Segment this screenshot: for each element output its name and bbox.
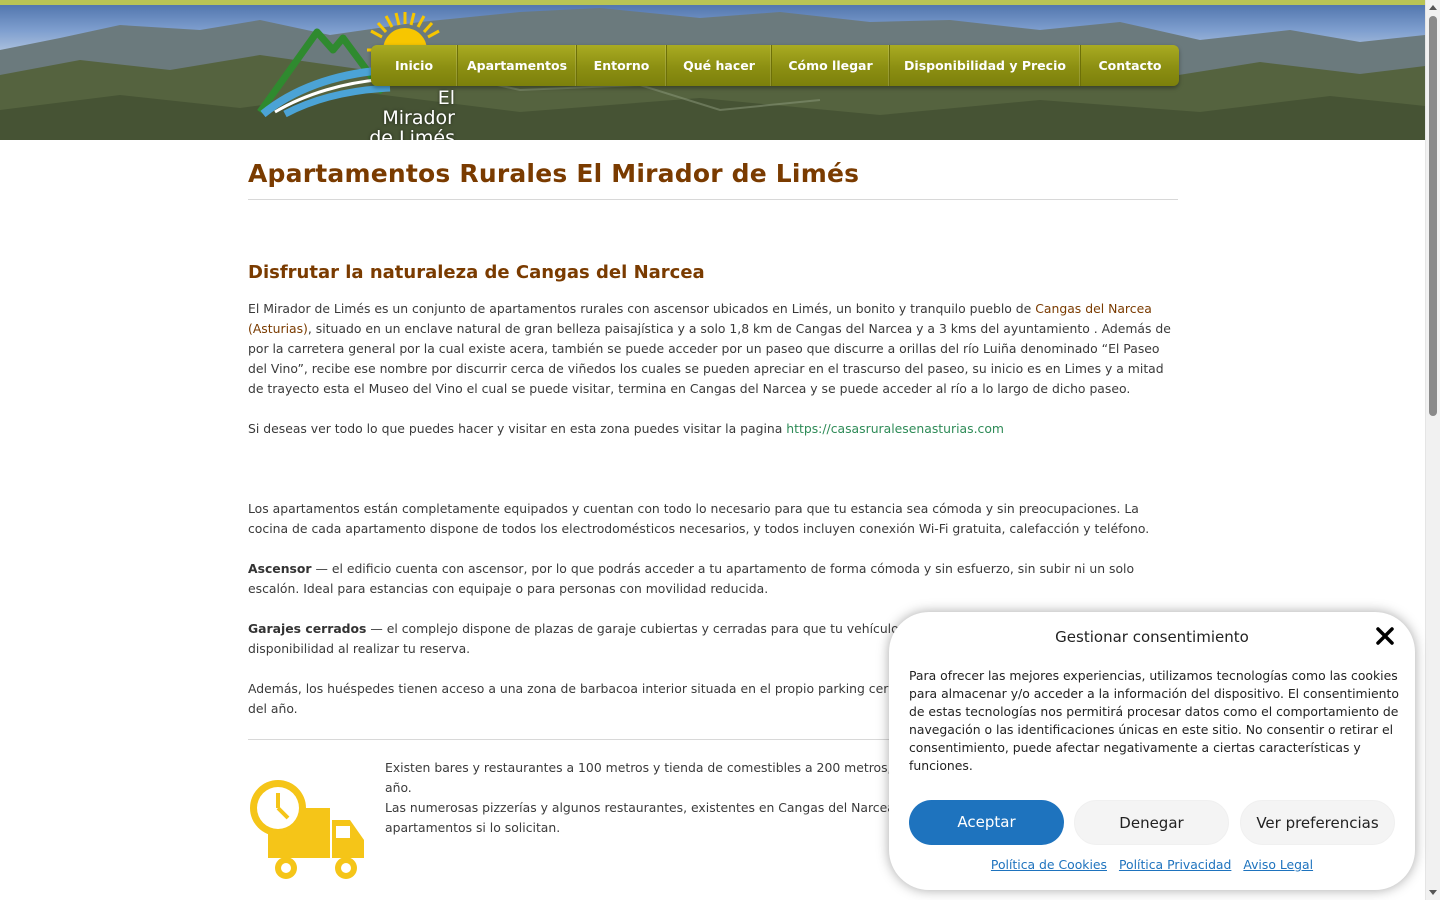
preferences-button[interactable]: Ver preferencias — [1240, 800, 1395, 845]
delivery-truck-clock-icon — [250, 780, 364, 879]
nav-item-entorno[interactable]: Entorno — [577, 45, 667, 86]
page-scrollbar[interactable] — [1425, 0, 1440, 900]
nav-item-inicio[interactable]: Inicio — [371, 45, 458, 86]
consent-links: Política de Cookies Política Privacidad … — [889, 857, 1415, 872]
nav-item-que-hacer[interactable]: Qué hacer — [667, 45, 772, 86]
scrollbar-thumb[interactable] — [1429, 16, 1437, 416]
page-title: Apartamentos Rurales El Mirador de Limés — [248, 159, 1178, 200]
site-header: El Mirador de Limés Inicio Apartamentos … — [0, 0, 1425, 140]
legal-notice-link[interactable]: Aviso Legal — [1243, 857, 1313, 872]
bbq-text-2: del año. — [248, 701, 298, 716]
close-icon[interactable] — [1375, 626, 1395, 646]
casas-rurales-link[interactable]: https://casasruralesenasturias.com — [786, 421, 1004, 436]
deny-button[interactable]: Denegar — [1074, 800, 1229, 845]
nav-item-contacto[interactable]: Contacto — [1081, 45, 1179, 86]
garage-label: Garajes cerrados — [248, 621, 367, 636]
privacy-policy-link[interactable]: Política Privacidad — [1119, 857, 1231, 872]
elevator-label: Ascensor — [248, 561, 312, 576]
nav-item-como-llegar[interactable]: Cómo llegar — [772, 45, 890, 86]
nav-item-disponibilidad-precio[interactable]: Disponibilidad y Precio — [890, 45, 1081, 86]
scroll-up-arrow-icon[interactable] — [1429, 5, 1437, 10]
elevator-text: — el edificio cuenta con ascensor, por l… — [248, 561, 1135, 596]
logo-line-1: El Mirador — [382, 87, 455, 129]
scroll-down-arrow-icon[interactable] — [1429, 890, 1437, 895]
consent-title: Gestionar consentimiento — [1055, 628, 1249, 646]
garage-text: — el complejo dispone de plazas de garaj… — [366, 621, 930, 636]
intro-paragraph: El Mirador de Limés es un conjunto de ap… — [248, 299, 1178, 399]
garage-text-2: disponibilidad al realizar tu reserva. — [248, 641, 471, 656]
cookie-policy-link[interactable]: Política de Cookies — [991, 857, 1107, 872]
elevator-paragraph: Ascensor — el edificio cuenta con ascens… — [248, 559, 1178, 599]
intro-text-end: , situado en un enclave natural de gran … — [248, 321, 1171, 396]
logo-text: El Mirador de Limés — [365, 88, 455, 140]
consent-description: Para ofrecer las mejores experiencias, u… — [909, 668, 1399, 773]
equipped-paragraph: Los apartamentos están completamente equ… — [248, 501, 1150, 536]
accept-button[interactable]: Aceptar — [909, 800, 1064, 845]
cookie-consent-dialog: Gestionar consentimiento Para ofrecer la… — [889, 612, 1415, 890]
main-navigation: Inicio Apartamentos Entorno Qué hacer Có… — [371, 45, 1179, 86]
visit-text: Si deseas ver todo lo que puedes hacer y… — [248, 421, 787, 436]
logo-line-2: de Limés — [369, 127, 455, 140]
section-subtitle: Disfrutar la naturaleza de Cangas del Na… — [248, 262, 705, 283]
bbq-text: Además, los huéspedes tienen acceso a un… — [248, 681, 917, 696]
intro-text-start: El Mirador de Limés es un conjunto de ap… — [248, 301, 1036, 316]
nav-item-apartamentos[interactable]: Apartamentos — [458, 45, 577, 86]
visit-paragraph: Si deseas ver todo lo que puedes hacer y… — [248, 419, 1178, 439]
header-top-line — [0, 0, 1425, 5]
